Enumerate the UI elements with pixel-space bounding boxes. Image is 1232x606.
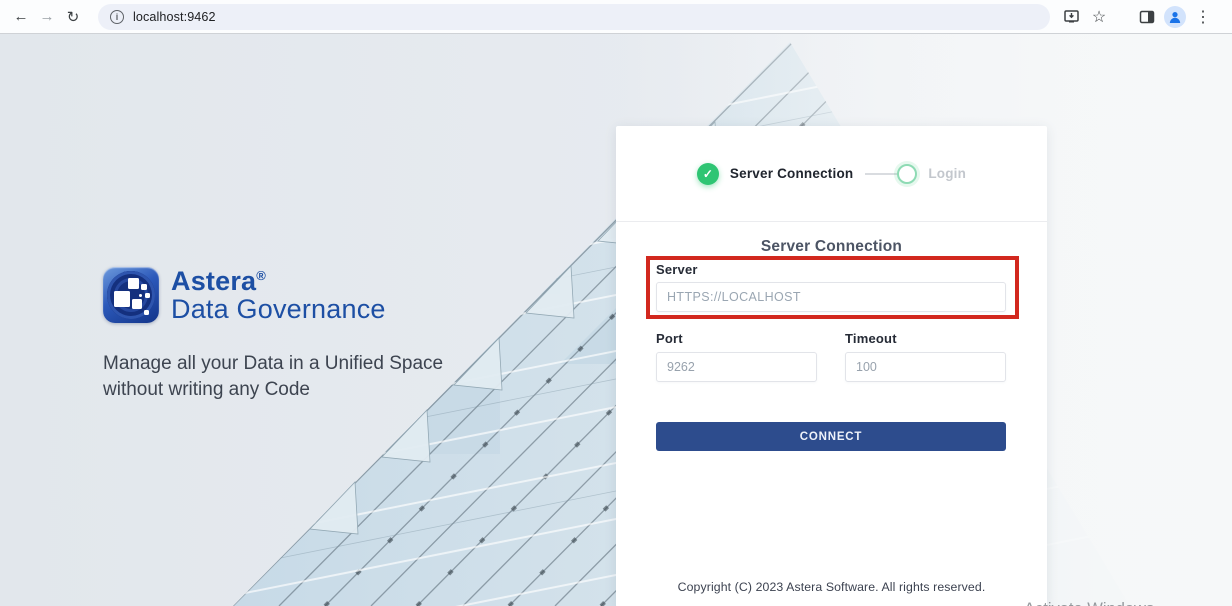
step-server-connection-label: Server Connection	[729, 166, 854, 181]
install-app-icon[interactable]	[1060, 6, 1082, 28]
logo-pixel	[145, 293, 150, 299]
astera-logo-icon	[103, 267, 159, 324]
step-complete-check-icon: ✓	[696, 162, 719, 185]
forward-icon[interactable]: →	[34, 4, 60, 30]
page-background: Astera® Data Governance Manage all your …	[0, 34, 1232, 606]
form-heading: Server Connection	[760, 238, 903, 255]
timeout-input[interactable]	[845, 352, 1006, 382]
logo-pixel	[144, 310, 149, 316]
stepper-connector	[865, 172, 900, 175]
server-input[interactable]	[656, 282, 1006, 312]
browser-toolbar: ← → ↻ i localhost:9462 ☆ ⋮	[0, 0, 1232, 34]
brand-name: Astera®	[171, 267, 386, 295]
port-input[interactable]	[656, 352, 817, 382]
logo-pixel	[141, 284, 147, 291]
profile-person-icon	[1169, 11, 1181, 23]
server-label: Server	[656, 262, 698, 277]
url-text[interactable]: localhost:9462	[133, 10, 216, 24]
timeout-label: Timeout	[845, 331, 897, 346]
activate-windows-watermark: Activate Windows Go to Settings to activ…	[1024, 600, 1196, 606]
install-app-glyph	[1063, 10, 1079, 23]
stepper-header: ✓ Server Connection Login	[616, 126, 1047, 222]
step-login-circle-icon	[897, 163, 918, 184]
bookmark-star-icon[interactable]: ☆	[1088, 6, 1110, 28]
watermark-title: Activate Windows	[1024, 600, 1196, 606]
logo-pixel	[128, 278, 139, 290]
brand-block: Astera® Data Governance Manage all your …	[103, 267, 503, 403]
brand-product: Data Governance	[171, 294, 386, 325]
side-panel-glyph	[1139, 10, 1155, 23]
browser-menu-icon[interactable]: ⋮	[1192, 6, 1214, 28]
connect-button[interactable]: CONNECT	[656, 422, 1006, 451]
logo-pixel	[132, 299, 142, 310]
profile-avatar[interactable]	[1164, 5, 1186, 28]
brand-tagline: Manage all your Data in a Unified Space …	[103, 353, 444, 401]
reload-icon[interactable]: ↻	[60, 4, 86, 30]
logo-pixel	[114, 291, 130, 308]
stepper: ✓ Server Connection Login	[696, 162, 967, 185]
address-bar[interactable]: i localhost:9462	[98, 3, 1050, 30]
site-info-icon[interactable]: i	[110, 9, 124, 24]
copyright-notice: Copyright (C) 2023 Astera Software. All …	[677, 580, 986, 594]
step-login-label: Login	[928, 166, 967, 181]
port-label: Port	[656, 331, 683, 346]
server-connection-card: ✓ Server Connection Login Server Connect…	[616, 126, 1047, 606]
brand-wordmark: Astera® Data Governance	[171, 267, 386, 323]
side-panel-icon[interactable]	[1136, 6, 1158, 28]
brand-name-text: Astera	[171, 266, 257, 296]
registered-mark: ®	[256, 268, 267, 283]
back-icon[interactable]: ←	[8, 4, 34, 30]
